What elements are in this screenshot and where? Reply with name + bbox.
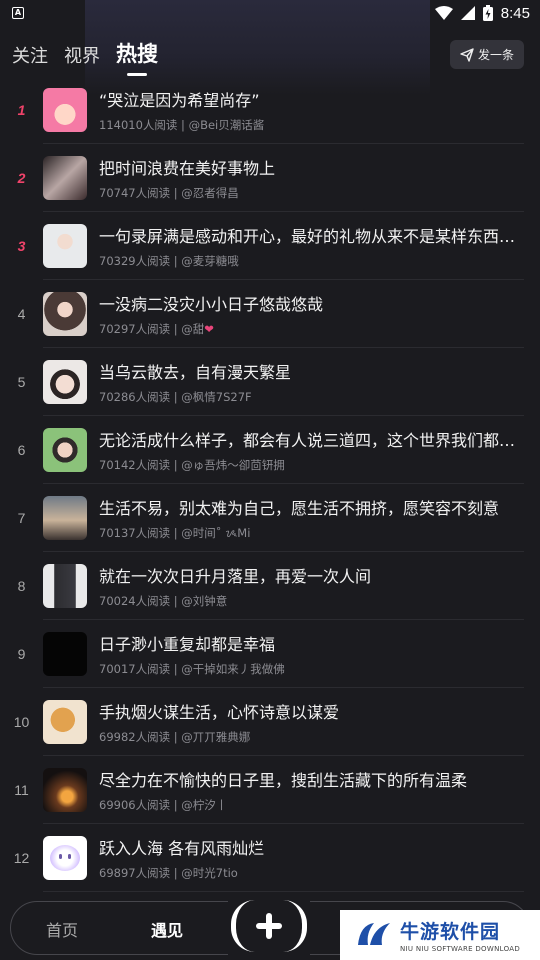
list-item[interactable]: 11 尽全力在不愉快的日子里，搜刮生活藏下的所有温柔 69906人阅读 | @柠… bbox=[0, 756, 540, 824]
item-title: 生活不易，别太难为自己，愿生活不拥挤，愿笑容不刻意 bbox=[99, 499, 500, 518]
item-title: 尽全力在不愉快的日子里，搜刮生活藏下的所有温柔 bbox=[99, 771, 468, 790]
post-button[interactable]: 发一条 bbox=[450, 40, 524, 69]
signal-icon bbox=[460, 6, 475, 20]
hot-search-list: 1 “哭泣是因为希望尚存” 114010人阅读 | @Bei贝潮话酱 2 把时间… bbox=[0, 76, 540, 892]
tab-vision[interactable]: 视界 bbox=[64, 42, 100, 76]
rank-number: 2 bbox=[17, 170, 26, 186]
list-item[interactable]: 7 生活不易，别太难为自己，愿生活不拥挤，愿笑容不刻意 70137人阅读 | @… bbox=[0, 484, 540, 552]
item-title: “哭泣是因为希望尚存” bbox=[99, 91, 260, 110]
item-title: 日子渺小重复却都是幸福 bbox=[99, 635, 276, 654]
rank-number: 9 bbox=[17, 646, 26, 662]
watermark: 牛游软件园 NIU NIU SOFTWARE DOWNLOAD bbox=[340, 910, 540, 960]
item-meta: 70137人阅读 | @时间˚ ᝰMi bbox=[99, 526, 251, 540]
avatar bbox=[43, 360, 87, 404]
list-item[interactable]: 4 一没病二没灾小小日子悠哉悠哉 70297人阅读 | @甜❤ bbox=[0, 280, 540, 348]
heart-icon: ❤ bbox=[204, 322, 214, 336]
list-item[interactable]: 3 一句录屏满是感动和开心，最好的礼物从来不是某样东西，… 70329人阅读 |… bbox=[0, 212, 540, 280]
post-button-label: 发一条 bbox=[477, 48, 514, 62]
nav-home[interactable]: 首页 bbox=[46, 917, 78, 941]
item-meta: 70329人阅读 | @麦芽糖哦 bbox=[99, 254, 239, 268]
status-bar: A 8:45 bbox=[0, 0, 540, 26]
item-meta: 70142人阅读 | @ゅ吾炜～卻茴钘拥 bbox=[99, 458, 285, 472]
item-title: 跃入人海 各有风雨灿烂 bbox=[99, 839, 265, 858]
list-item[interactable]: 2 把时间浪费在美好事物上 70747人阅读 | @忍者得昌 bbox=[0, 144, 540, 212]
list-item[interactable]: 12 跃入人海 各有风雨灿烂 69897人阅读 | @时光7tio bbox=[0, 824, 540, 892]
item-title: 无论活成什么样子，都会有人说三道四，这个世界我们都只… bbox=[99, 431, 526, 450]
item-meta: 70297人阅读 | @甜❤ bbox=[99, 322, 214, 336]
item-title: 手执烟火谋生活，心怀诗意以谋爱 bbox=[99, 703, 340, 722]
watermark-logo-icon bbox=[358, 923, 390, 945]
item-title: 一没病二没灾小小日子悠哉悠哉 bbox=[99, 295, 324, 314]
avatar bbox=[43, 496, 87, 540]
list-item[interactable]: 8 就在一次次日升月落里，再爱一次人间 70024人阅读 | @刘钟意 bbox=[0, 552, 540, 620]
rank-number: 10 bbox=[13, 714, 30, 730]
avatar bbox=[43, 428, 87, 472]
item-meta: 69982人阅读 | @丌丌雅典娜 bbox=[99, 730, 251, 744]
tab-follow[interactable]: 关注 bbox=[12, 42, 48, 76]
avatar bbox=[43, 768, 87, 812]
list-item[interactable]: 6 无论活成什么样子，都会有人说三道四，这个世界我们都只… 70142人阅读 |… bbox=[0, 416, 540, 484]
avatar bbox=[43, 632, 87, 676]
item-meta: 70286人阅读 | @枫情7S27F bbox=[99, 390, 252, 404]
wifi-icon bbox=[434, 6, 453, 20]
plus-icon bbox=[256, 913, 282, 939]
battery-icon bbox=[482, 5, 493, 21]
rank-number: 1 bbox=[17, 102, 26, 118]
avatar bbox=[43, 836, 87, 880]
rank-number: 6 bbox=[17, 442, 26, 458]
avatar bbox=[43, 88, 87, 132]
item-title: 就在一次次日升月落里，再爱一次人间 bbox=[99, 567, 372, 586]
rank-number: 12 bbox=[13, 850, 30, 866]
watermark-cn: 牛游软件园 bbox=[400, 921, 501, 943]
rank-number: 4 bbox=[17, 306, 26, 322]
rank-number: 11 bbox=[14, 782, 29, 798]
rank-number: 5 bbox=[17, 374, 26, 390]
item-meta: 69897人阅读 | @时光7tio bbox=[99, 866, 238, 880]
nav-meet[interactable]: 遇见 bbox=[151, 917, 183, 941]
item-title: 把时间浪费在美好事物上 bbox=[99, 159, 276, 178]
rank-number: 3 bbox=[17, 238, 26, 254]
tab-hot-search[interactable]: 热搜 bbox=[116, 38, 158, 76]
avatar bbox=[43, 700, 87, 744]
send-icon bbox=[460, 47, 474, 62]
avatar bbox=[43, 564, 87, 608]
item-title: 当乌云散去，自有漫天繁星 bbox=[99, 363, 292, 382]
create-button[interactable] bbox=[228, 896, 310, 956]
item-meta: 114010人阅读 | @Bei贝潮话酱 bbox=[99, 118, 265, 132]
list-item[interactable]: 9 日子渺小重复却都是幸福 70017人阅读 | @干掉如来丿我做佛 bbox=[0, 620, 540, 688]
item-title: 一句录屏满是感动和开心，最好的礼物从来不是某样东西，… bbox=[99, 227, 526, 246]
watermark-en: NIU NIU SOFTWARE DOWNLOAD bbox=[400, 945, 521, 953]
avatar bbox=[43, 156, 87, 200]
rank-number: 7 bbox=[17, 510, 26, 526]
item-meta: 70024人阅读 | @刘钟意 bbox=[99, 594, 228, 608]
app-notification-icon: A bbox=[12, 7, 24, 19]
item-meta: 70747人阅读 | @忍者得昌 bbox=[99, 186, 239, 200]
rank-number: 8 bbox=[17, 578, 26, 594]
status-time: 8:45 bbox=[500, 4, 530, 22]
list-item[interactable]: 10 手执烟火谋生活，心怀诗意以谋爱 69982人阅读 | @丌丌雅典娜 bbox=[0, 688, 540, 756]
list-item[interactable]: 1 “哭泣是因为希望尚存” 114010人阅读 | @Bei贝潮话酱 bbox=[0, 76, 540, 144]
item-meta: 70017人阅读 | @干掉如来丿我做佛 bbox=[99, 662, 285, 676]
item-meta: 69906人阅读 | @柠汐丨 bbox=[99, 798, 228, 812]
list-item[interactable]: 5 当乌云散去，自有漫天繁星 70286人阅读 | @枫情7S27F bbox=[0, 348, 540, 416]
avatar bbox=[43, 224, 87, 268]
avatar bbox=[43, 292, 87, 336]
